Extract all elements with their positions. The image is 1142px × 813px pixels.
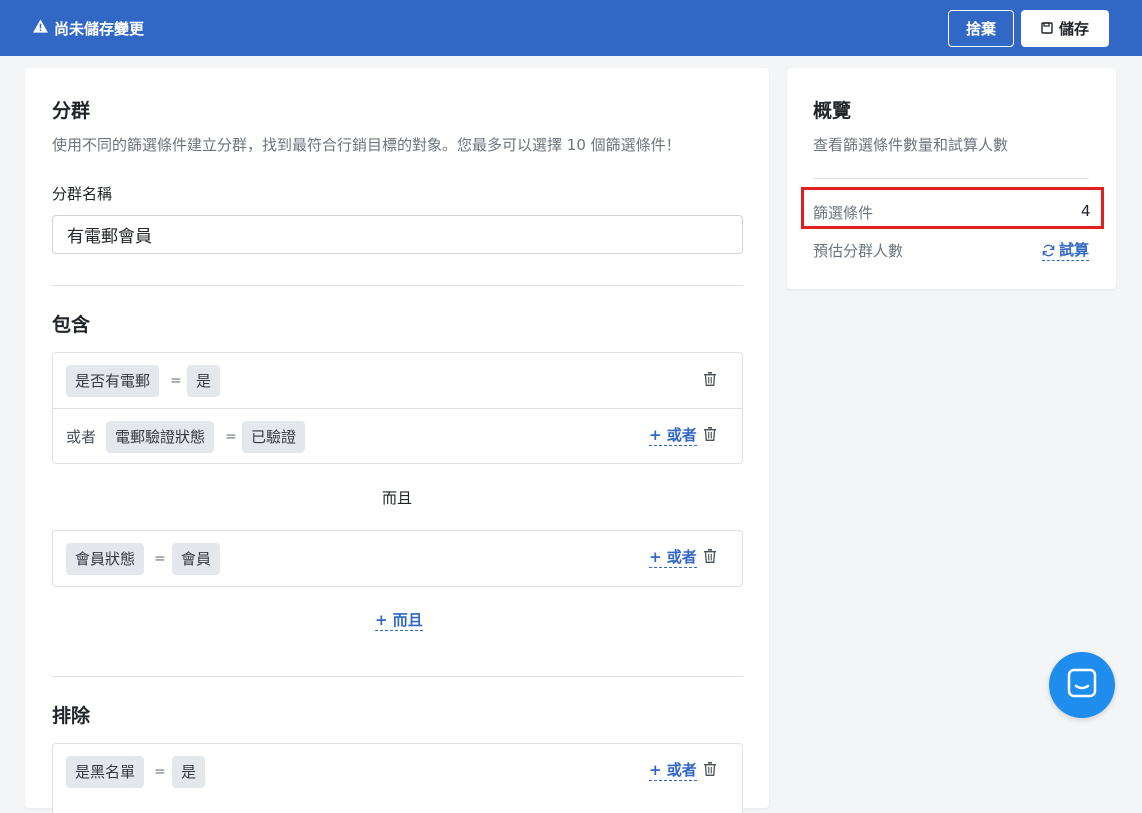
floppy-disk-icon	[1041, 20, 1059, 38]
estimate-action-label: 試算	[1059, 241, 1090, 259]
filter-count-highlight	[801, 187, 1104, 229]
trash-icon[interactable]	[704, 548, 718, 564]
condition-field[interactable]: 是否有電郵	[66, 365, 160, 397]
warning-icon	[33, 19, 54, 37]
or-prefix: 或者	[66, 428, 97, 446]
refresh-icon	[1042, 244, 1055, 257]
condition-operator: =	[154, 764, 166, 780]
segment-title: 分群	[52, 100, 91, 122]
divider	[813, 178, 1089, 179]
condition-field[interactable]: 會員狀態	[66, 543, 145, 575]
unsaved-text: 尚未儲存變更	[54, 19, 145, 38]
segment-name-input[interactable]	[52, 215, 743, 254]
add-or-button[interactable]: + 或者	[649, 547, 697, 568]
condition-value[interactable]: 是	[187, 365, 221, 397]
exclude-title: 排除	[52, 705, 91, 727]
overview-card: 概覽 查看篩選條件數量和試算人數 篩選條件 4 預估分群人數 試算	[787, 68, 1116, 289]
include-title: 包含	[52, 314, 91, 336]
estimate-button[interactable]: 試算	[1042, 240, 1090, 261]
condition-row: 會員狀態 = 會員 + 或者	[53, 531, 742, 586]
condition-field[interactable]: 是黑名單	[66, 756, 145, 788]
include-condition-group: 是否有電郵 = 是 或者 電郵驗證狀態 = 已驗證 + 或者	[52, 352, 743, 464]
chat-icon	[1066, 667, 1098, 703]
estimate-label: 預估分群人數	[813, 242, 904, 260]
condition-row: 是否有電郵 = 是	[53, 353, 742, 408]
and-separator: 而且	[382, 489, 413, 507]
trash-icon[interactable]	[704, 761, 718, 777]
unsaved-warning: 尚未儲存變更	[33, 17, 144, 39]
condition-value[interactable]: 會員	[172, 543, 221, 575]
add-or-button[interactable]: + 或者	[649, 760, 697, 781]
segment-name-label: 分群名稱	[52, 185, 113, 203]
condition-operator: =	[154, 551, 166, 567]
condition-row: 或者 電郵驗證狀態 = 已驗證 + 或者	[53, 408, 742, 464]
save-button[interactable]: 儲存	[1021, 10, 1109, 47]
overview-title: 概覽	[813, 100, 852, 122]
segment-description: 使用不同的篩選條件建立分群，找到最符合行銷目標的對象。您最多可以選擇 10 個篩…	[52, 136, 681, 154]
top-bar: 尚未儲存變更 捨棄 儲存	[0, 0, 1142, 56]
segment-card: 分群 使用不同的篩選條件建立分群，找到最符合行銷目標的對象。您最多可以選擇 10…	[25, 68, 769, 813]
condition-value[interactable]: 是	[172, 756, 206, 788]
save-label: 儲存	[1058, 20, 1089, 38]
condition-operator: =	[225, 429, 237, 445]
trash-icon[interactable]	[704, 371, 718, 387]
exclude-condition-group: 是黑名單 = 是 + 或者	[52, 743, 743, 813]
condition-operator: =	[170, 373, 182, 389]
divider	[52, 676, 743, 677]
discard-button[interactable]: 捨棄	[948, 10, 1014, 47]
chat-launcher-button[interactable]	[1049, 652, 1115, 718]
add-or-button[interactable]: + 或者	[649, 425, 697, 446]
include-condition-group: 會員狀態 = 會員 + 或者	[52, 530, 743, 587]
trash-icon[interactable]	[704, 426, 718, 442]
condition-row: 是黑名單 = 是 + 或者	[53, 744, 742, 799]
overview-description: 查看篩選條件數量和試算人數	[813, 136, 1009, 154]
condition-field[interactable]: 電郵驗證狀態	[106, 421, 215, 453]
divider	[52, 285, 743, 286]
condition-value[interactable]: 已驗證	[242, 421, 306, 453]
add-and-button[interactable]: + 而且	[375, 610, 423, 631]
